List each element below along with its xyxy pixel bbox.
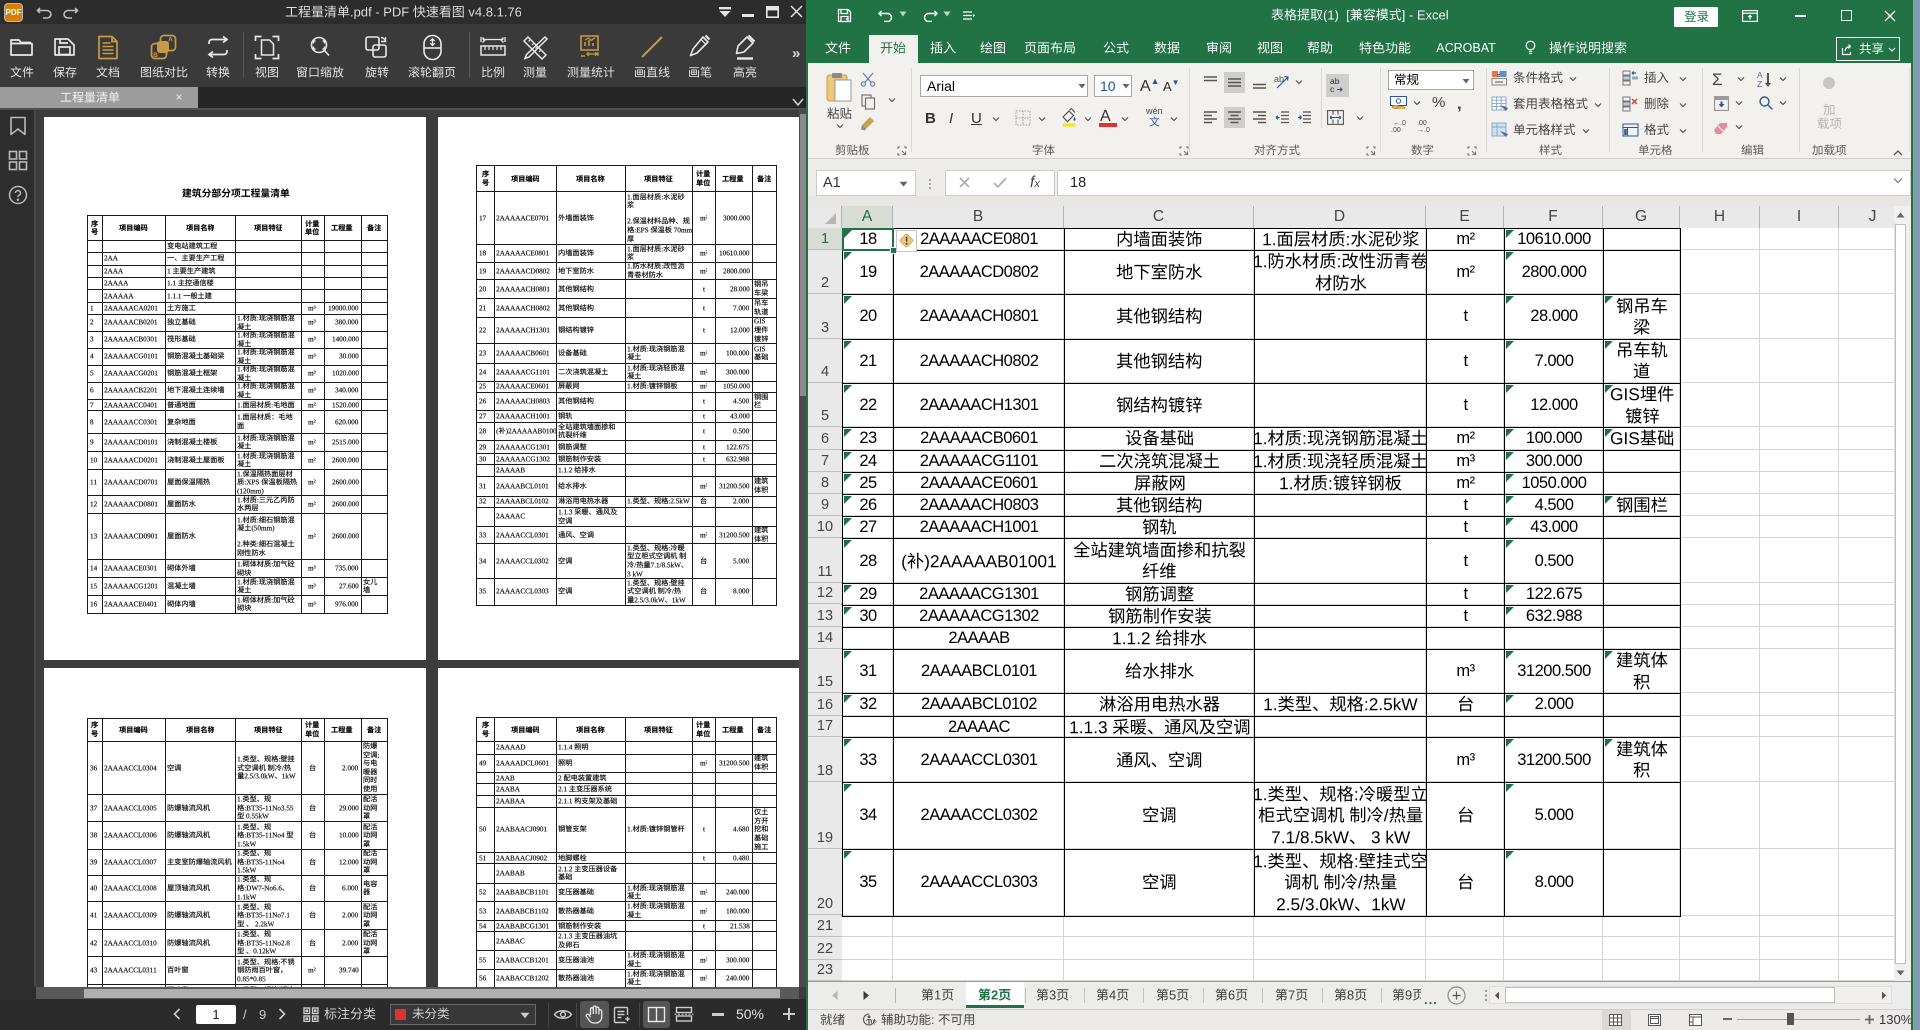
svg-text:→.0: →.0 (1417, 127, 1430, 132)
svg-text:A: A (168, 37, 173, 44)
svg-text:.00: .00 (1391, 127, 1401, 132)
svg-text:.00: .00 (1417, 120, 1427, 127)
svg-text:Z: Z (1757, 79, 1762, 88)
svg-text:B: B (153, 52, 158, 59)
svg-text:?: ? (873, 1018, 877, 1027)
svg-text:←.0: ←.0 (1393, 120, 1406, 127)
